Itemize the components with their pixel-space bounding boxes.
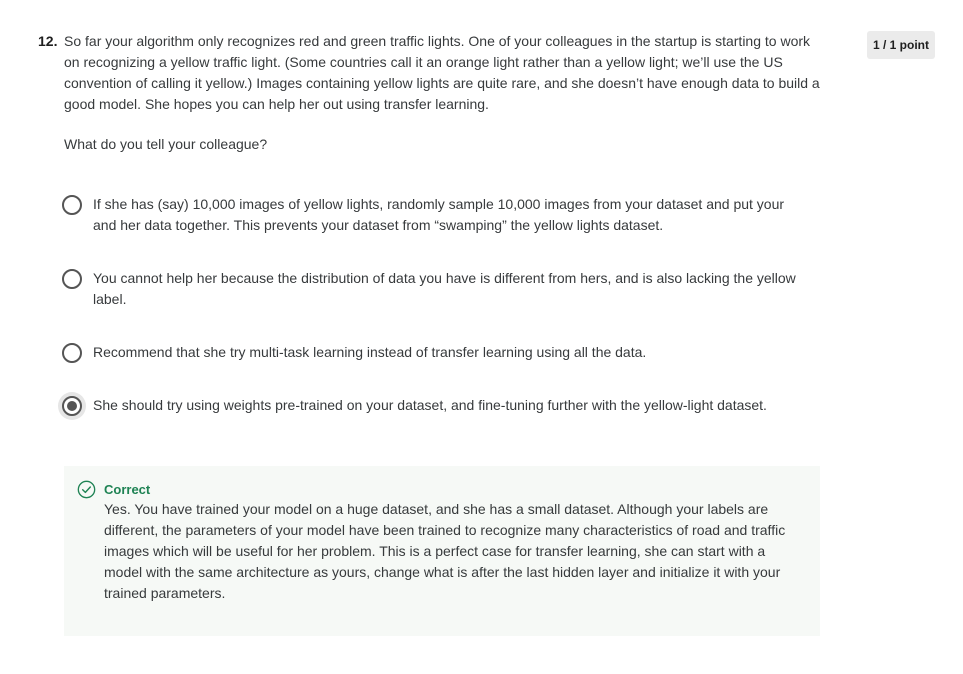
- points-badge: 1 / 1 point: [867, 31, 935, 59]
- feedback-panel: Correct Yes. You have trained your model…: [64, 466, 820, 636]
- radio-button-3[interactable]: [62, 343, 82, 363]
- radio-button-4-selected[interactable]: [62, 396, 82, 416]
- radio-button-1[interactable]: [62, 195, 82, 215]
- feedback-explanation: Yes. You have trained your model on a hu…: [104, 501, 786, 601]
- question-text: So far your algorithm only recognizes re…: [64, 33, 820, 112]
- question-prompt: What do you tell your colleague?: [64, 136, 268, 152]
- check-circle-icon: [77, 480, 96, 499]
- option-label-3: Recommend that she try multi-task learni…: [93, 344, 647, 360]
- option-label-2: You cannot help her because the distribu…: [93, 270, 796, 307]
- radio-button-2[interactable]: [62, 269, 82, 289]
- feedback-status: Correct: [104, 482, 151, 497]
- option-label-4: She should try using weights pre-trained…: [93, 397, 767, 413]
- option-label-1: If she has (say) 10,000 images of yellow…: [93, 196, 785, 233]
- question-number: 12.: [38, 33, 58, 49]
